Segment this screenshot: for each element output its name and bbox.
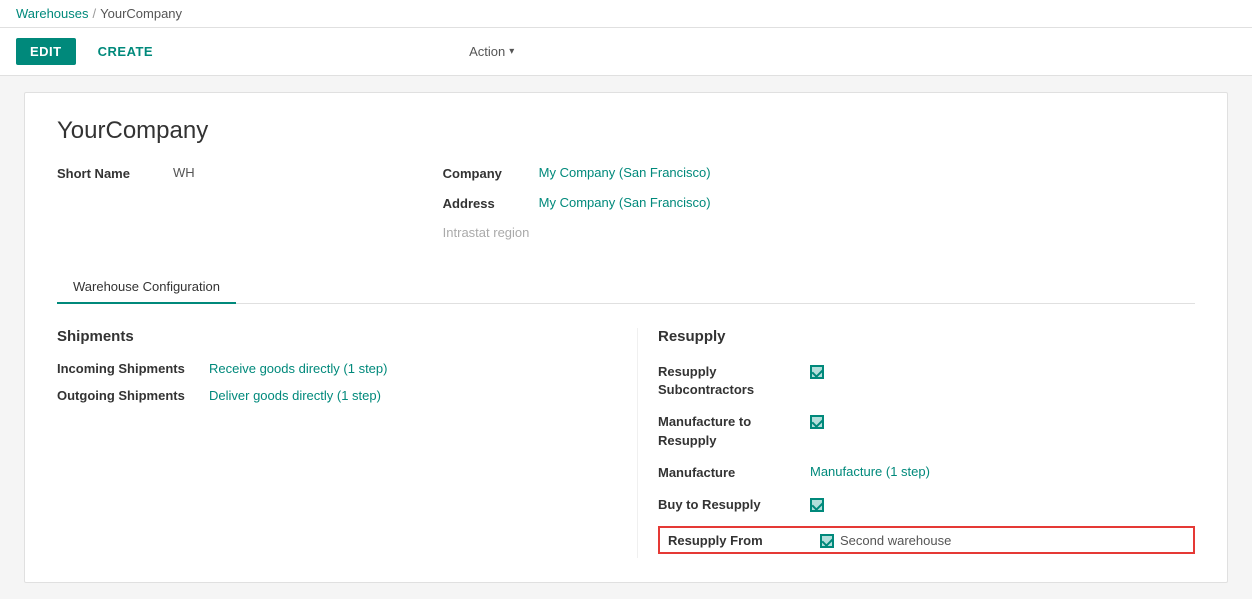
action-label: Action <box>469 44 505 59</box>
chevron-down-icon: ▾ <box>509 46 514 57</box>
breadcrumb-bar: Warehouses / YourCompany <box>0 0 1252 28</box>
tab-warehouse-configuration[interactable]: Warehouse Configuration <box>57 271 236 304</box>
company-value[interactable]: My Company (San Francisco) <box>539 165 711 180</box>
short-name-row: Short Name WH <box>57 165 195 187</box>
manufacture-to-resupply-row: Manufacture toResupply <box>658 411 1195 451</box>
config-left: Shipments Incoming Shipments Receive goo… <box>57 328 637 558</box>
intrastat-row: Intrastat region <box>443 225 711 247</box>
edit-button[interactable]: EDIT <box>16 38 76 65</box>
field-group-right: Company My Company (San Francisco) Addre… <box>443 165 711 247</box>
field-group-left: Short Name WH <box>57 165 195 247</box>
address-label: Address <box>443 195 523 211</box>
resupply-from-row: Resupply From Second warehouse <box>658 526 1195 554</box>
buy-to-resupply-row: Buy to Resupply <box>658 494 1195 516</box>
buy-to-resupply-checkbox[interactable] <box>810 498 824 512</box>
address-value[interactable]: My Company (San Francisco) <box>539 195 711 210</box>
breadcrumb-parent[interactable]: Warehouses <box>16 6 89 21</box>
breadcrumb-current: YourCompany <box>100 6 182 21</box>
short-name-label: Short Name <box>57 165 157 181</box>
form-title: YourCompany <box>57 117 1195 145</box>
tabs-bar: Warehouse Configuration <box>57 271 1195 304</box>
intrastat-label: Intrastat region <box>443 225 530 240</box>
manufacture-row: Manufacture Manufacture (1 step) <box>658 462 1195 484</box>
resupply-subcontractors-label: ResupplySubcontractors <box>658 363 798 399</box>
manufacture-value[interactable]: Manufacture (1 step) <box>810 464 930 479</box>
resupply-subcontractors-row: ResupplySubcontractors <box>658 361 1195 401</box>
main-content: YourCompany Short Name WH Company My Com… <box>0 76 1252 599</box>
create-button[interactable]: CREATE <box>84 38 167 65</box>
outgoing-shipments-value[interactable]: Deliver goods directly (1 step) <box>209 388 381 403</box>
short-name-value: WH <box>173 165 195 180</box>
breadcrumb-separator: / <box>93 6 97 21</box>
company-row: Company My Company (San Francisco) <box>443 165 711 187</box>
manufacture-to-resupply-checkbox[interactable] <box>810 415 824 429</box>
address-row: Address My Company (San Francisco) <box>443 195 711 217</box>
config-right: Resupply ResupplySubcontractors Manufact… <box>637 328 1195 558</box>
toolbar: EDIT CREATE Action ▾ <box>0 28 1252 76</box>
manufacture-to-resupply-label: Manufacture toResupply <box>658 413 798 449</box>
company-label: Company <box>443 165 523 181</box>
resupply-section-title: Resupply <box>658 328 1195 345</box>
resupply-from-warehouse: Second warehouse <box>840 533 951 548</box>
config-columns: Shipments Incoming Shipments Receive goo… <box>57 328 1195 558</box>
manufacture-label: Manufacture <box>658 464 798 482</box>
outgoing-shipments-label: Outgoing Shipments <box>57 388 197 403</box>
incoming-shipments-row: Incoming Shipments Receive goods directl… <box>57 361 597 376</box>
form-card: YourCompany Short Name WH Company My Com… <box>24 92 1228 583</box>
outgoing-shipments-row: Outgoing Shipments Deliver goods directl… <box>57 388 597 403</box>
shipments-section-title: Shipments <box>57 328 597 345</box>
incoming-shipments-label: Incoming Shipments <box>57 361 197 376</box>
resupply-subcontractors-checkbox[interactable] <box>810 365 824 379</box>
resupply-from-label: Resupply From <box>668 533 808 548</box>
action-button[interactable]: Action ▾ <box>455 38 528 65</box>
buy-to-resupply-label: Buy to Resupply <box>658 496 798 514</box>
resupply-from-checkbox[interactable] <box>820 534 834 548</box>
resupply-from-value-container: Second warehouse <box>820 532 951 548</box>
incoming-shipments-value[interactable]: Receive goods directly (1 step) <box>209 361 387 376</box>
form-fields: Short Name WH Company My Company (San Fr… <box>57 165 1195 247</box>
